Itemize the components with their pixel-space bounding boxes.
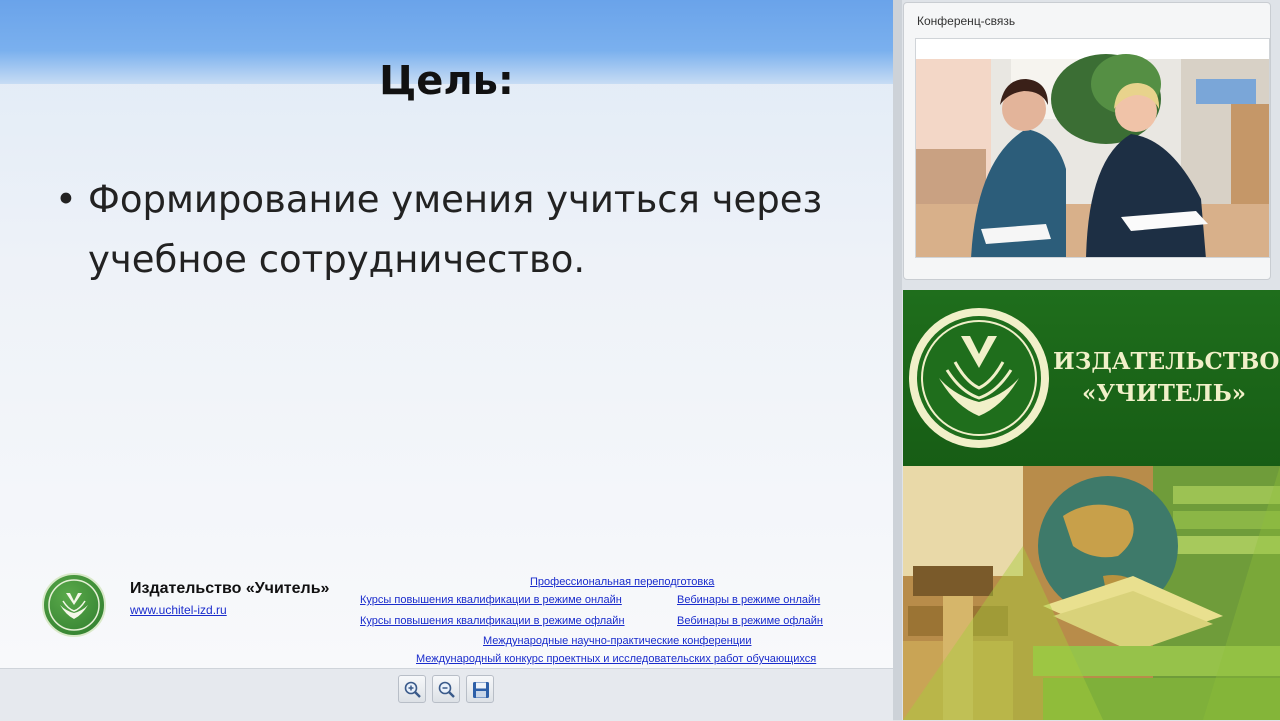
save-button[interactable] bbox=[466, 675, 494, 703]
video-feed-image bbox=[916, 54, 1269, 257]
bullet-text: Формирование умения учиться через учебно… bbox=[88, 178, 823, 281]
footer-website-link[interactable]: www.uchitel-izd.ru bbox=[130, 603, 227, 617]
link-webinars-offline[interactable]: Вебинары в режиме офлайн bbox=[677, 615, 823, 627]
video-feed[interactable] bbox=[915, 38, 1270, 258]
zoom-in-icon bbox=[404, 681, 421, 698]
link-courses-offline[interactable]: Курсы повышения квалификации в режиме оф… bbox=[360, 615, 625, 627]
video-conference-panel: Конференц-связь bbox=[903, 2, 1271, 280]
slide-bullet: • Формирование умения учиться через учеб… bbox=[55, 170, 835, 290]
save-icon bbox=[473, 682, 489, 698]
bullet-marker: • bbox=[55, 178, 77, 221]
link-project-contest[interactable]: Международный конкурс проектных и исслед… bbox=[416, 653, 816, 665]
zoom-out-button[interactable] bbox=[432, 675, 460, 703]
zoom-out-icon bbox=[438, 681, 455, 698]
link-international-conferences[interactable]: Международные научно-практические конфер… bbox=[483, 635, 751, 647]
presentation-slide: Цель: • Формирование умения учиться чере… bbox=[0, 0, 893, 668]
video-panel-title: Конференц-связь bbox=[917, 14, 1016, 28]
banner-line-1: ИЗДАТЕЛЬСТВО bbox=[1053, 348, 1280, 375]
zoom-in-button[interactable] bbox=[398, 675, 426, 703]
publisher-logo-icon bbox=[42, 573, 106, 637]
link-professional-retraining[interactable]: Профессиональная переподготовка bbox=[530, 576, 714, 588]
books-globe-image bbox=[903, 466, 1280, 720]
slide-toolbar bbox=[0, 668, 893, 721]
footer-company-name: Издательство «Учитель» bbox=[130, 580, 330, 597]
link-courses-online[interactable]: Курсы повышения квалификации в режиме он… bbox=[360, 594, 622, 606]
banner-publisher-name: ИЗДАТЕЛЬСТВО «УЧИТЕЛЬ» bbox=[1053, 346, 1280, 410]
panel-divider[interactable] bbox=[893, 0, 902, 720]
publisher-banner: ИЗДАТЕЛЬСТВО «УЧИТЕЛЬ» bbox=[903, 290, 1280, 466]
slide-title: Цель: bbox=[379, 58, 514, 104]
link-webinars-online[interactable]: Вебинары в режиме онлайн bbox=[677, 594, 820, 606]
banner-line-2: «УЧИТЕЛЬ» bbox=[1081, 380, 1247, 407]
